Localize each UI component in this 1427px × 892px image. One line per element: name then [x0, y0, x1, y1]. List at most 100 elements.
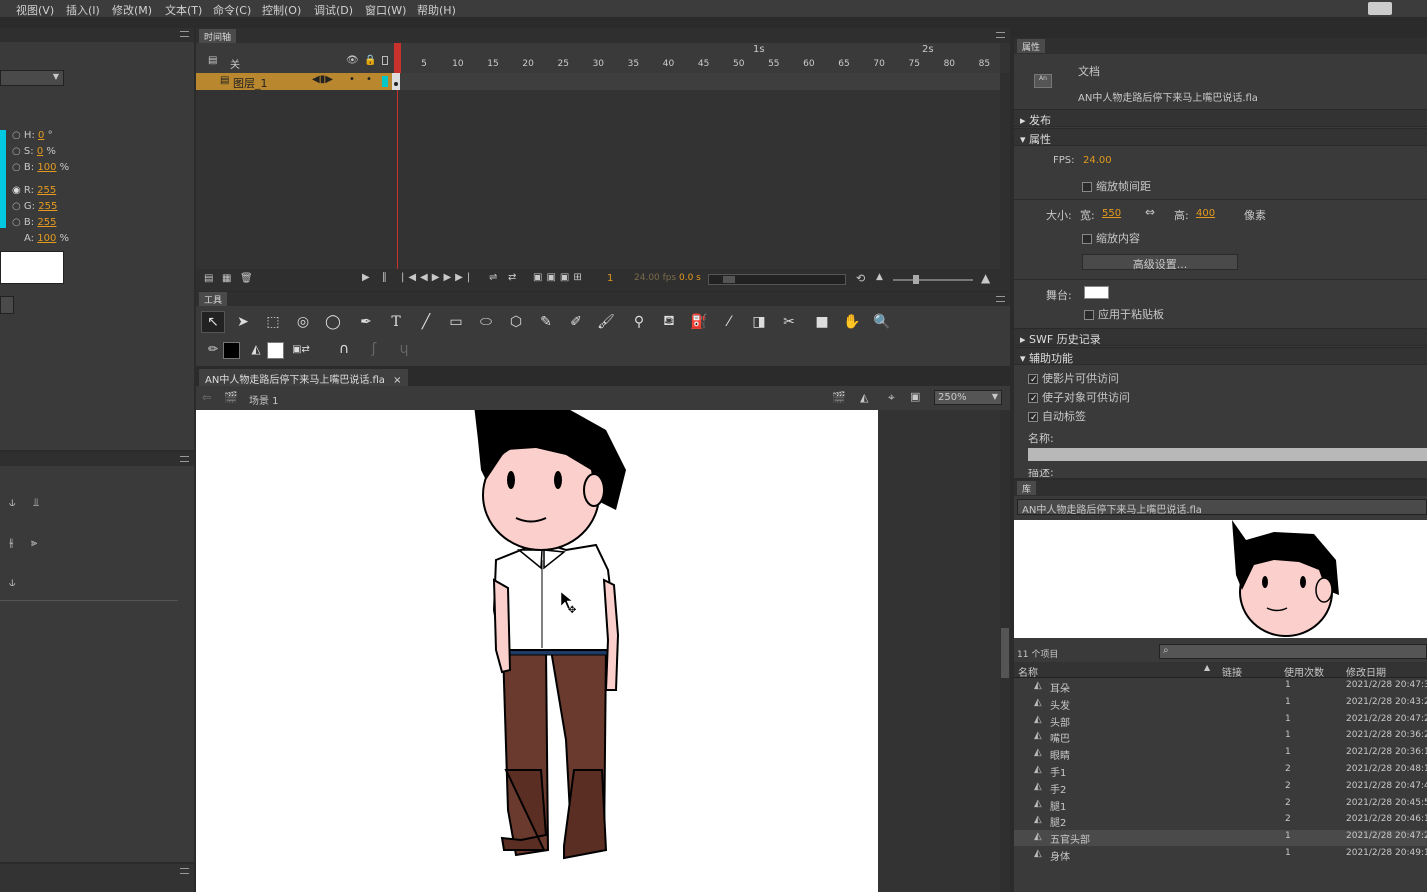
ink-bottle-tool-icon[interactable]: ⛽	[687, 311, 711, 333]
saturation-value[interactable]: 0	[37, 146, 43, 157]
menu-text[interactable]: 文本(T)	[165, 2, 202, 18]
hue-value[interactable]: 0	[38, 130, 44, 141]
timeline-toggle-label[interactable]: 关	[230, 56, 240, 71]
character-artwork[interactable]: ✥	[196, 410, 878, 892]
frame-zoom-slider[interactable]	[893, 275, 973, 284]
playback-controls-icon[interactable]: |◀◀▶▶▶|	[401, 272, 474, 283]
layer-name[interactable]: 图层_1	[233, 75, 268, 91]
accessible-name-input[interactable]	[1028, 448, 1427, 461]
pencil-tool-icon[interactable]: ✎	[534, 311, 558, 333]
library-item-row[interactable]: ◭ 手1 2 2021/2/28 20:48:1	[1014, 763, 1427, 779]
paint-bucket-tool-icon[interactable]: ⛾	[657, 311, 681, 333]
alpha-value[interactable]: 100	[37, 233, 56, 244]
sort-up-icon[interactable]: ▲	[1204, 663, 1210, 672]
timeline-vscroll[interactable]	[1000, 73, 1010, 269]
library-item-row[interactable]: ◭ 腿1 2 2021/2/28 20:45:5	[1014, 797, 1427, 813]
pen-tool-icon[interactable]: ✒	[354, 311, 378, 333]
zoom-tool-icon[interactable]: 🔍	[870, 311, 894, 333]
document-tab[interactable]: AN中人物走路后停下来马上嘴巴说话.fla ×	[199, 369, 408, 386]
acc-children-checkbox[interactable]: 使子对象可供访问	[1028, 389, 1130, 405]
panel-menu-icon[interactable]	[180, 456, 189, 462]
stage-color-swatch[interactable]	[1084, 286, 1109, 299]
text-tool-icon[interactable]: T	[384, 311, 408, 333]
current-frame-readout[interactable]: 1	[607, 273, 613, 284]
col-uses[interactable]: 使用次数	[1284, 664, 1324, 679]
library-item-row[interactable]: ◭ 手2 2 2021/2/28 20:47:4	[1014, 780, 1427, 796]
library-item-row[interactable]: ◭ 五官头部 1 2021/2/28 20:47:2	[1014, 830, 1427, 847]
library-tab[interactable]: 库	[1017, 481, 1037, 495]
col-link[interactable]: 链接	[1222, 664, 1242, 679]
fps-value[interactable]: 24.00	[1083, 155, 1112, 166]
keyframe[interactable]	[394, 82, 398, 86]
pause-icon[interactable]: ∥	[382, 272, 387, 283]
library-item-row[interactable]: ◭ 头发 1 2021/2/28 20:43:2	[1014, 696, 1427, 712]
library-item-row[interactable]: ◭ 耳朵 1 2021/2/28 20:47:3	[1014, 679, 1427, 695]
menu-help[interactable]: 帮助(H)	[417, 2, 456, 18]
menu-debug[interactable]: 调试(D)	[314, 2, 353, 18]
brush-tool-icon[interactable]: 🖌	[594, 311, 618, 333]
swap-colors-icon[interactable]: ▣⇄	[289, 338, 313, 360]
zoom-select[interactable]: 250% ▼	[934, 390, 1002, 405]
frame-ruler[interactable]: 1s 2s 3s 1510152025303540455055606570758…	[392, 43, 1102, 73]
workspace-switcher-button[interactable]	[1368, 2, 1392, 15]
align-bottom-icon[interactable]: ⫫	[33, 496, 39, 510]
center-stage-icon[interactable]: ⌖	[888, 390, 895, 405]
selection-tool-icon[interactable]: ↖	[201, 311, 225, 333]
properties-section-header[interactable]: ▾ 属性	[1014, 128, 1427, 146]
layer-color-chip[interactable]	[382, 76, 388, 87]
blue-value[interactable]: 255	[37, 217, 56, 228]
menu-view[interactable]: 视图(V)	[16, 2, 54, 18]
snap-magnet-icon[interactable]: ∩	[332, 338, 356, 360]
time-readout[interactable]: 0.0 s	[679, 273, 701, 283]
fill-color-swatch[interactable]	[267, 342, 284, 359]
library-item-row[interactable]: ◭ 眼睛 1 2021/2/28 20:36:1	[1014, 746, 1427, 762]
layer-frames[interactable]	[392, 73, 1000, 90]
straighten-icon[interactable]: ɥ	[392, 338, 416, 360]
swf-history-section-header[interactable]: ▸ SWF 历史记录	[1014, 328, 1427, 346]
library-item-row[interactable]: ◭ 头部 1 2021/2/28 20:47:2	[1014, 713, 1427, 729]
width-tool-icon[interactable]: ✂	[777, 311, 801, 333]
auto-label-checkbox[interactable]: 自动标签	[1028, 408, 1086, 424]
bone-tool-icon[interactable]: ⚲	[627, 311, 651, 333]
layer-lock-dot[interactable]: •	[366, 74, 372, 85]
color-ramp-strip[interactable]	[0, 130, 6, 228]
hand-tool-icon[interactable]: ✋	[840, 311, 864, 333]
menu-window[interactable]: 窗口(W)	[365, 2, 406, 18]
panel-menu-icon[interactable]	[996, 296, 1005, 302]
layer-row[interactable]: ▤ 图层_1 ◀▮▶ • •	[196, 73, 392, 90]
apply-paste-checkbox[interactable]: 应用于粘贴板	[1084, 306, 1164, 322]
library-item-row[interactable]: ◭ 腿2 2 2021/2/28 20:46:1	[1014, 813, 1427, 829]
menu-modify[interactable]: 修改(M)	[112, 2, 152, 18]
distribute-right-icon[interactable]: ⫸	[31, 536, 37, 550]
panel-menu-icon[interactable]	[180, 868, 189, 874]
library-item-row[interactable]: ◭ 身体 1 2021/2/28 20:49:1	[1014, 847, 1427, 863]
scene-label[interactable]: 场景 1	[249, 392, 279, 407]
stroke-color-icon[interactable]: ✏	[201, 338, 225, 360]
red-value[interactable]: 255	[37, 185, 56, 196]
free-transform-tool-icon[interactable]: ⬚	[261, 311, 285, 333]
line-tool-icon[interactable]: ╱	[414, 311, 438, 333]
zoom-in-icon[interactable]: ▲	[981, 271, 990, 285]
accessibility-section-header[interactable]: ▾ 辅助功能	[1014, 347, 1427, 365]
polystar-tool-icon[interactable]: ⬡	[504, 311, 528, 333]
brightness-value[interactable]: 100	[37, 162, 56, 173]
camera-tool-icon[interactable]: ■	[810, 311, 834, 333]
timeline-tab[interactable]: 时间轴	[199, 29, 237, 43]
align-top-icon[interactable]: ⫝	[9, 496, 16, 510]
paint-brush-tool-icon[interactable]: ✐	[564, 311, 588, 333]
outline-icon[interactable]	[382, 56, 388, 65]
stage-vscroll[interactable]	[1000, 410, 1010, 892]
new-layer-icon[interactable]: ▤	[204, 273, 213, 284]
keyframe-nav-icon[interactable]: ◀▮▶	[312, 74, 333, 85]
scale-spans-checkbox[interactable]: 缩放帧间距	[1082, 178, 1151, 194]
width-value[interactable]: 550	[1102, 208, 1121, 219]
fit-frames-icon[interactable]: ⟲	[856, 272, 865, 285]
height-value[interactable]: 400	[1196, 208, 1215, 219]
library-search-input[interactable]: ⌕	[1159, 644, 1427, 659]
link-dimensions-icon[interactable]: ⇔	[1145, 205, 1155, 219]
menu-insert[interactable]: 插入(I)	[66, 2, 100, 18]
timeline-display-icon[interactable]: ▤	[208, 55, 217, 66]
col-name[interactable]: 名称	[1018, 664, 1038, 679]
add-swatch-button[interactable]	[0, 296, 14, 314]
stroke-color-swatch[interactable]	[223, 342, 240, 359]
